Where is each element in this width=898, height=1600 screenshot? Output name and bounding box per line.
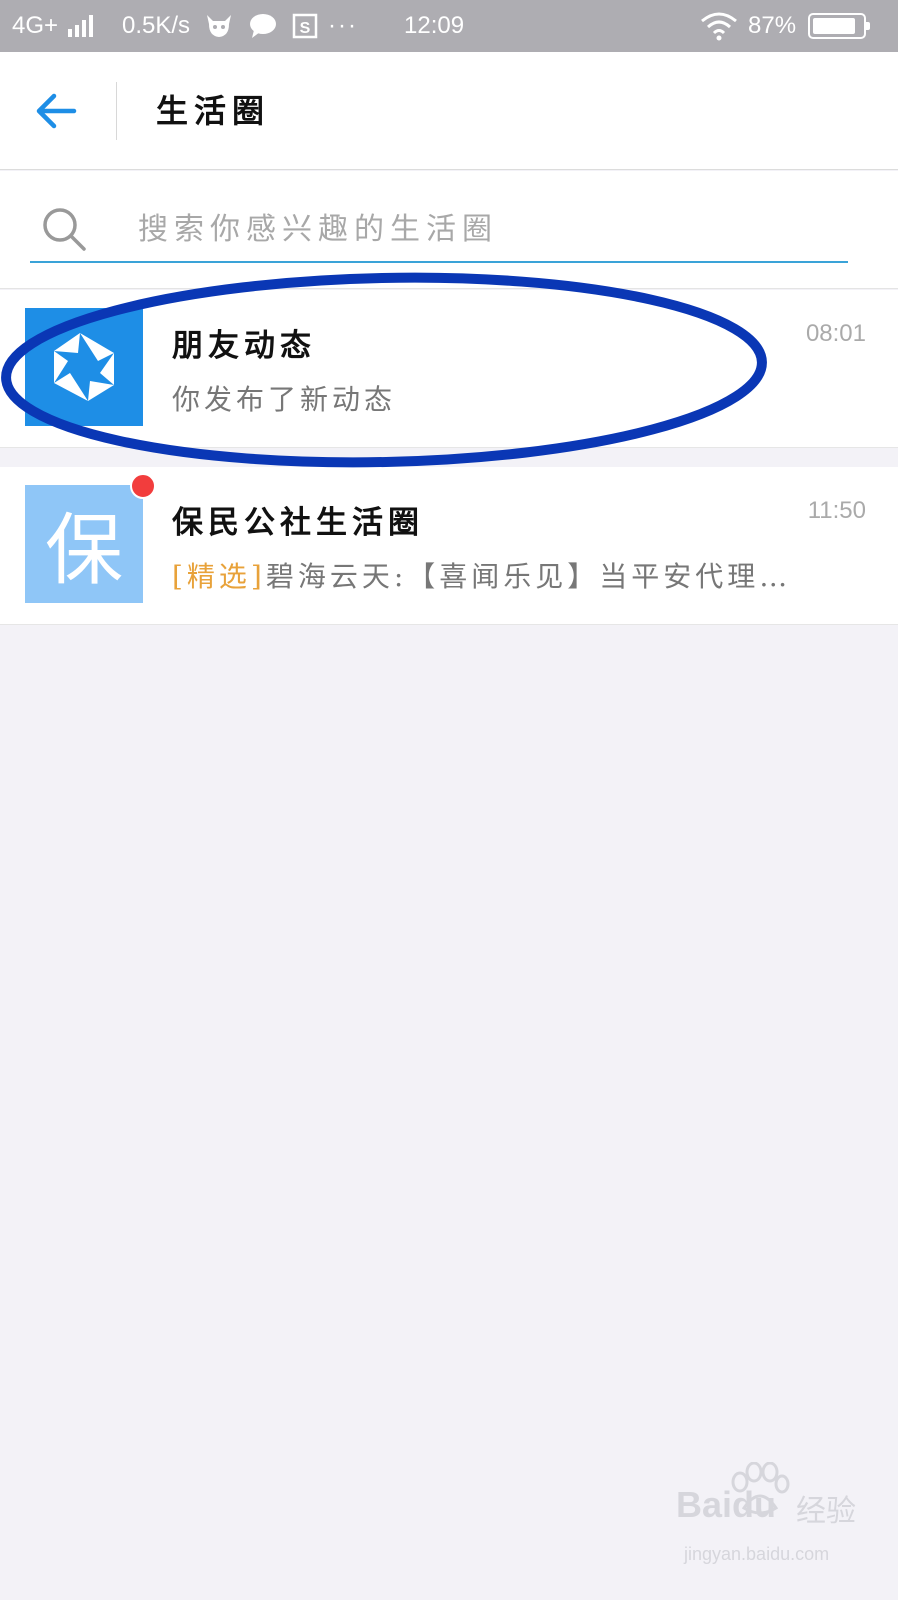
network-speed: 0.5K/s <box>122 12 191 39</box>
unread-badge <box>130 473 156 499</box>
app-notification-icon <box>204 0 234 52</box>
avatar <box>25 308 143 426</box>
watermark-brand: Baidu <box>676 1484 777 1525</box>
status-bar: 4G+ 0.5K/s S ··· 12:09 87% <box>0 0 898 52</box>
wifi-icon <box>700 0 738 52</box>
aperture-icon <box>54 333 114 401</box>
back-button[interactable] <box>28 82 86 140</box>
battery-icon <box>808 0 870 52</box>
search-bar[interactable] <box>30 199 848 263</box>
featured-tag: [精选] <box>172 560 266 593</box>
battery-percent: 87% <box>748 12 797 39</box>
item-subtitle: [精选]碧海云天:【喜闻乐见】当平安代理… <box>172 555 822 595</box>
back-arrow-icon <box>36 93 77 129</box>
avatar: 保 <box>25 485 143 603</box>
item-subtitle: 你发布了新动态 <box>172 383 397 416</box>
item-title: 朋友动态 <box>172 328 316 364</box>
watermark-url: jingyan.baidu.com <box>684 1544 830 1564</box>
avatar-char: 保 <box>44 506 123 596</box>
svg-text:S: S <box>300 20 311 37</box>
signal-icon <box>68 0 93 52</box>
list-item-friends-feed[interactable]: 朋友动态 你发布了新动态 08:01 <box>0 290 898 448</box>
item-subtitle-text: 碧海云天:【喜闻乐见】当平安代理… <box>265 560 792 593</box>
more-notifications: ··· <box>328 12 358 39</box>
header: 生活圈 <box>0 52 898 170</box>
search-icon <box>43 208 86 251</box>
header-divider <box>116 82 117 140</box>
watermark-suffix: 经验 <box>796 1494 856 1529</box>
network-type: 4G+ <box>12 12 59 39</box>
item-time: 11:50 <box>807 497 866 524</box>
clock: 12:09 <box>404 12 465 39</box>
item-time: 08:01 <box>805 320 866 347</box>
baidu-watermark: Baidu 经验 jingyan.baidu.com <box>676 1462 876 1572</box>
search-input[interactable] <box>138 199 838 259</box>
page-title: 生活圈 <box>156 92 271 130</box>
list-item-baomin-circle[interactable]: 保 保民公社生活圈 [精选]碧海云天:【喜闻乐见】当平安代理… 11:50 <box>0 467 898 625</box>
search-area <box>0 171 898 289</box>
item-title: 保民公社生活圈 <box>172 505 424 541</box>
chat-icon <box>248 0 278 52</box>
s-app-icon: S <box>292 0 318 52</box>
